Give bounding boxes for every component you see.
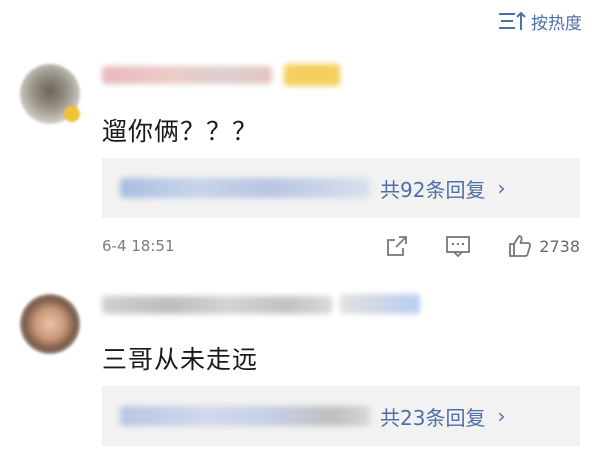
comment-button[interactable]	[445, 234, 471, 258]
chevron-right-icon: ›	[497, 404, 506, 428]
like-icon	[509, 235, 532, 257]
author-level-badge	[340, 294, 420, 314]
like-button[interactable]: 2738	[507, 233, 580, 259]
reply-preview-text	[120, 406, 370, 426]
replies-preview[interactable]: 共23条回复 ›	[102, 386, 580, 446]
comment-text: 遛你俩？？？	[102, 117, 259, 146]
like-count: 2738	[539, 236, 580, 256]
sort-label: 按热度	[531, 13, 582, 34]
share-button[interactable]	[385, 234, 409, 258]
comment-icon	[446, 236, 471, 258]
comment-timestamp: 6-4 18:51	[102, 237, 175, 255]
replies-preview[interactable]: 共92条回复 ›	[102, 158, 580, 218]
reply-preview-text	[120, 178, 370, 198]
author-name[interactable]	[102, 296, 332, 314]
comment-text: 三哥从未走远	[102, 345, 259, 374]
comment-section: 按热度 遛你俩？？？ 共92条回复 › 6-4 18:51 2738 三哥从未走…	[0, 0, 600, 455]
chevron-right-icon: ›	[497, 176, 506, 200]
share-icon	[387, 236, 408, 256]
reply-count-link[interactable]: 共23条回复	[380, 402, 485, 431]
author-name[interactable]	[102, 66, 272, 84]
sort-lines-arrow-icon	[499, 11, 526, 30]
avatar[interactable]	[20, 294, 80, 354]
sort-by-hot-button[interactable]: 按热度	[497, 6, 582, 36]
reply-count-link[interactable]: 共92条回复	[380, 174, 485, 203]
author-level-badge	[284, 64, 340, 86]
comment-meta: 6-4 18:51 2738	[102, 231, 580, 261]
verified-badge-icon	[64, 106, 80, 122]
